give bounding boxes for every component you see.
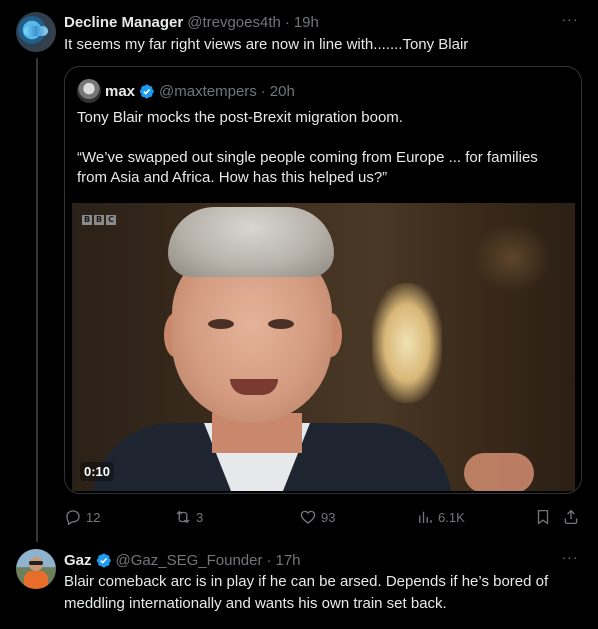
video-subject-eye	[268, 319, 294, 329]
view-count: 6.1K	[438, 509, 465, 525]
separator-dot: ·	[284, 13, 290, 31]
share-icon	[564, 509, 578, 525]
quoted-tweet-card[interactable]: max @maxtempers · 20h Tony Blair mocks t…	[64, 66, 582, 494]
verified-badge-icon	[96, 553, 111, 567]
avatar[interactable]	[16, 12, 56, 52]
repost-button[interactable]: 3	[174, 507, 203, 527]
more-options-icon[interactable]: ···	[560, 550, 580, 570]
reply-count: 12	[86, 509, 101, 525]
avatar-image	[29, 561, 43, 565]
like-count: 93	[321, 509, 336, 525]
watermark-letter: C	[106, 215, 116, 225]
display-name[interactable]: Decline Manager	[64, 14, 183, 31]
bookmark-icon	[537, 509, 549, 525]
timestamp[interactable]: 19h	[294, 14, 319, 31]
video-subject-eye	[208, 319, 234, 329]
watermark-letter: B	[82, 215, 92, 225]
heart-icon	[300, 510, 316, 524]
video-duration-badge: 0:10	[80, 462, 115, 481]
broadcaster-watermark: B B C	[82, 215, 116, 225]
quoted-text-line: from Asia and Africa. How has this helpe…	[77, 169, 388, 186]
user-handle[interactable]: @trevgoes4th	[187, 14, 281, 31]
background-light	[472, 223, 552, 293]
avatar-image	[24, 571, 48, 589]
thread-connector-line	[36, 58, 38, 542]
tweet-text-line: Blair comeback arc is in play if he can …	[64, 573, 549, 590]
bookmark-button[interactable]	[534, 507, 552, 527]
quoted-user-handle[interactable]: @maxtempers	[159, 83, 257, 100]
like-button[interactable]: 93	[299, 507, 335, 527]
tweet-action-bar: 12 3 93 6.1K	[64, 507, 584, 527]
quoted-timestamp[interactable]: 20h	[270, 83, 295, 100]
avatar-image	[24, 26, 48, 36]
more-options-icon[interactable]: ···	[560, 12, 580, 32]
quoted-text-line: “We’ve swapped out single people coming …	[77, 149, 538, 166]
repost-count: 3	[196, 509, 204, 525]
tweet-header: Decline Manager @trevgoes4th · 19h	[64, 12, 319, 32]
user-handle[interactable]: @Gaz_SEG_Founder	[116, 552, 263, 569]
views-chart-icon	[419, 511, 432, 523]
share-button[interactable]	[562, 507, 580, 527]
views-button[interactable]: 6.1K	[416, 507, 465, 527]
tweet-text: It seems my far right views are now in l…	[64, 36, 469, 53]
tweet-header: Gaz @Gaz_SEG_Founder · 17h	[64, 550, 301, 570]
background-lamp	[372, 283, 442, 403]
quoted-display-name[interactable]: max	[105, 83, 135, 100]
reply-button[interactable]: 12	[64, 507, 100, 527]
repost-icon	[176, 510, 190, 524]
tweet-text-line: meddling internationally and wants his o…	[64, 595, 447, 612]
video-player[interactable]: B B C 0:10	[72, 203, 575, 491]
timestamp[interactable]: 17h	[275, 552, 300, 569]
video-subject-hair	[168, 207, 334, 277]
quoted-tweet-header: max @maxtempers · 20h	[105, 81, 295, 101]
display-name[interactable]: Gaz	[64, 552, 92, 569]
separator-dot: ·	[260, 82, 266, 100]
reply-icon	[66, 510, 80, 526]
watermark-letter: B	[94, 215, 104, 225]
quoted-text-line: Tony Blair mocks the post-Brexit migrati…	[77, 109, 403, 126]
video-subject-hand	[464, 453, 534, 491]
avatar[interactable]	[16, 549, 56, 589]
verified-badge-icon	[139, 84, 154, 98]
separator-dot: ·	[266, 551, 272, 569]
quoted-avatar[interactable]	[77, 79, 101, 103]
